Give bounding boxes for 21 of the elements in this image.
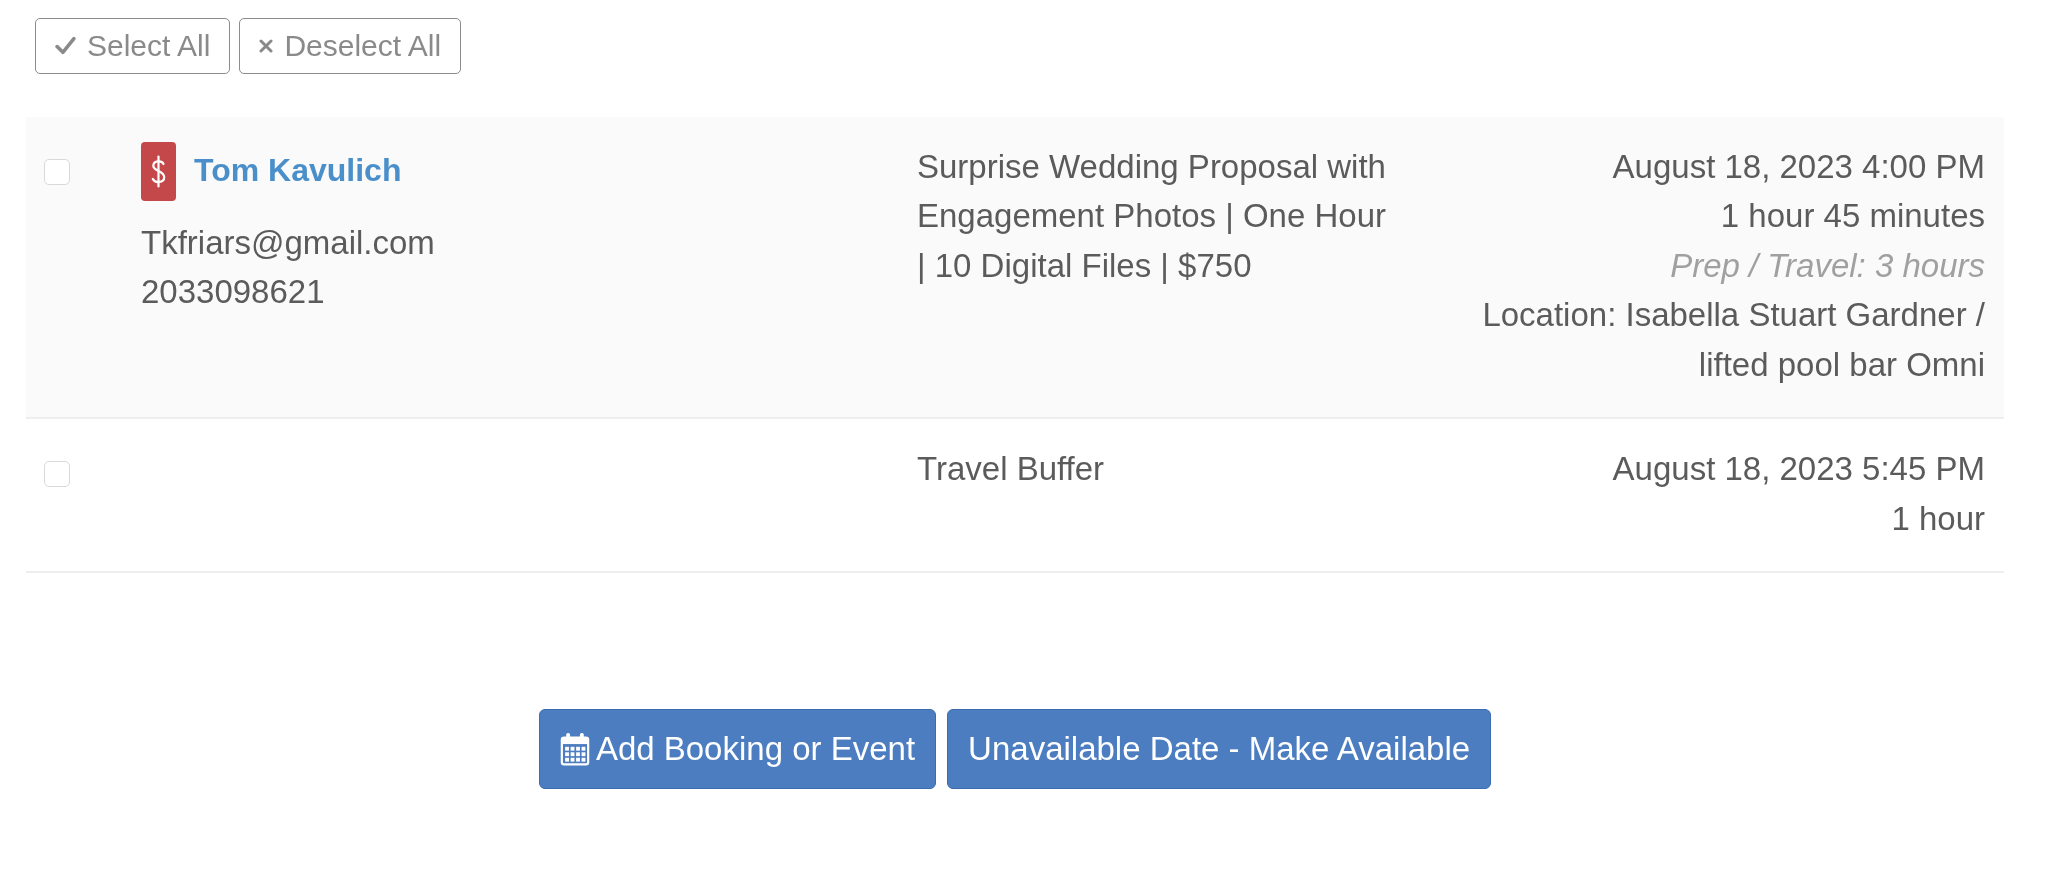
booking-datetime: August 18, 2023 4:00 PM <box>1611 146 1985 187</box>
booking-duration: 1 hour <box>1890 498 1985 539</box>
client-phone: 2033098621 <box>141 272 326 312</box>
calendar-icon <box>559 731 590 766</box>
add-booking-button[interactable]: Add Booking or Event <box>538 709 937 789</box>
select-all-button[interactable]: Select All <box>35 18 231 74</box>
row-checkbox[interactable] <box>44 158 70 185</box>
prep-travel-note: Prep / Travel: 3 hours <box>1669 245 1985 286</box>
row-checkbox[interactable] <box>44 461 70 487</box>
dollar-icon <box>141 141 176 201</box>
booking-datetime: August 18, 2023 5:45 PM <box>1611 449 1985 489</box>
check-icon <box>55 36 76 56</box>
booking-location: Location: Isabella Stuart Gardner / lifted pool bar Omni <box>1481 295 1985 385</box>
booking-title: Travel Buffer <box>917 449 1105 489</box>
booking-title: Surprise Wedding Proposal with Engagement Photos | One Hour | 10 Digital Files | $750 <box>917 146 1388 286</box>
make-available-button[interactable]: Unavailable Date - Make Available <box>947 709 1492 789</box>
cross-icon <box>259 38 274 53</box>
deselect-all-button[interactable]: Deselect All <box>239 18 462 74</box>
client-email: Tkfriars@gmail.com <box>141 222 436 263</box>
booking-duration: 1 hour 45 minutes <box>1719 196 1985 236</box>
client-name-link[interactable]: Tom Kavulich <box>194 150 402 192</box>
